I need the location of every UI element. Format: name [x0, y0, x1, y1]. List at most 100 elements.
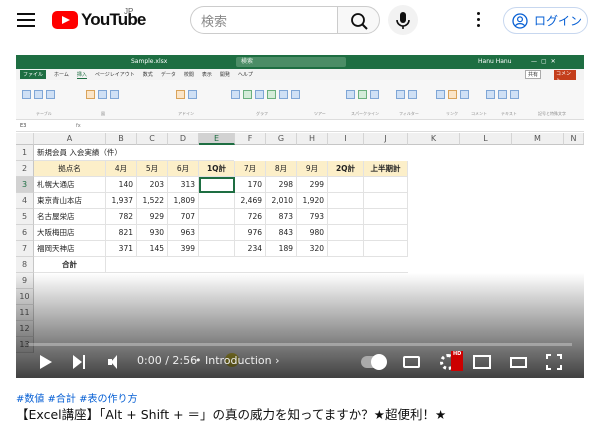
- empty-cell: [364, 177, 408, 193]
- ribbon-group-tables: [22, 84, 58, 106]
- value-cell: 980: [297, 225, 328, 241]
- youtube-logo[interactable]: YouTube JP: [52, 7, 146, 30]
- current-time: 0:00: [137, 354, 162, 367]
- value-cell: 1,920: [297, 193, 328, 209]
- value-cell: 843: [266, 225, 297, 241]
- excel-search: 検索: [236, 57, 346, 67]
- tab-help: ヘルプ: [237, 72, 253, 78]
- chapter-title: • Introduction: [195, 354, 272, 367]
- value-cell: 782: [106, 209, 137, 225]
- name-box: E3: [20, 123, 27, 129]
- more-icon[interactable]: [477, 12, 481, 28]
- header-cell: 6月: [168, 161, 199, 177]
- value-cell: 399: [168, 241, 199, 257]
- video-player[interactable]: Sample.xlsx 検索 Hanu Hanu —▢✕ ファイル ホーム 挿入…: [16, 55, 584, 378]
- progress-bar[interactable]: [28, 343, 572, 346]
- voice-search-button[interactable]: [388, 5, 418, 35]
- fx-label: fx: [76, 123, 81, 129]
- value-cell: 2,010: [266, 193, 297, 209]
- empty-cell: [328, 193, 364, 209]
- column-header: A: [34, 133, 106, 145]
- fullscreen-icon[interactable]: [546, 354, 562, 370]
- value-cell: 963: [168, 225, 199, 241]
- tab-developer: 開発: [219, 72, 230, 78]
- value-cell: 1,809: [168, 193, 199, 209]
- empty-cell: [328, 241, 364, 257]
- video-title: 【Excel講座】「Alt + Shift + ＝」の真の威力を知ってますか？★…: [16, 407, 447, 422]
- tab-file: ファイル: [20, 70, 47, 79]
- subtitles-icon[interactable]: [403, 356, 420, 368]
- logo-region: JP: [124, 7, 134, 16]
- duration: 2:56: [172, 354, 198, 367]
- store-name-cell: 名古屋栄店: [34, 209, 106, 225]
- value-cell: 821: [106, 225, 137, 241]
- value-cell: 371: [106, 241, 137, 257]
- ribbon-label-text: テキスト: [501, 111, 517, 116]
- ribbon-group-charts: [231, 84, 303, 106]
- youtube-play-icon: [52, 11, 78, 29]
- ribbon-label-comments: コメント: [471, 111, 487, 116]
- volume-icon[interactable]: [108, 355, 124, 369]
- column-header: L: [460, 133, 512, 145]
- search-icon: [351, 13, 368, 30]
- player-controls: 0:00 / 2:56 • Introduction › HD: [16, 348, 584, 376]
- value-cell: 234: [235, 241, 266, 257]
- header-cell: 上半期計: [364, 161, 408, 177]
- ribbon-group-illustrations: [86, 84, 122, 106]
- value-cell: 793: [297, 209, 328, 225]
- value-cell: 299: [297, 177, 328, 193]
- autoplay-toggle[interactable]: [361, 354, 387, 370]
- value-cell: 189: [266, 241, 297, 257]
- value-cell: 976: [235, 225, 266, 241]
- ribbon-label-sparklines: スパークライン: [351, 111, 379, 116]
- active-cell: [199, 177, 235, 193]
- row-header: 8: [16, 257, 34, 273]
- empty-cell: [364, 209, 408, 225]
- header-cell: 8月: [266, 161, 297, 177]
- column-header: J: [364, 133, 408, 145]
- value-cell: 873: [266, 209, 297, 225]
- empty-cell: [364, 193, 408, 209]
- column-header: F: [235, 133, 266, 145]
- column-header: G: [266, 133, 297, 145]
- sheet-title-cell: 新規会員 入会実績（件）: [34, 145, 234, 161]
- ribbon-label-illustrations: 図: [101, 111, 105, 116]
- tab-view: 表示: [201, 72, 212, 78]
- empty-cell: [199, 225, 235, 241]
- header-cell: 1Q計: [199, 161, 235, 177]
- chapter-button[interactable]: • Introduction ›: [195, 354, 280, 374]
- value-cell: 170: [235, 177, 266, 193]
- column-header: M: [512, 133, 564, 145]
- search-button[interactable]: [337, 6, 380, 34]
- header-cell: 7月: [235, 161, 266, 177]
- theater-mode-icon[interactable]: [510, 357, 527, 368]
- header-cell: 拠点名: [34, 161, 106, 177]
- column-header: H: [297, 133, 328, 145]
- play-icon[interactable]: [40, 355, 52, 369]
- value-cell: 2,469: [235, 193, 266, 209]
- store-name-cell: 東京青山本店: [34, 193, 106, 209]
- empty-cell: [328, 225, 364, 241]
- value-cell: 203: [137, 177, 168, 193]
- tab-page-layout: ページレイアウト: [94, 72, 135, 78]
- miniplayer-icon[interactable]: [473, 355, 491, 369]
- row-header: 5: [16, 209, 34, 225]
- next-icon[interactable]: [73, 355, 87, 369]
- login-button[interactable]: ログイン: [503, 7, 588, 34]
- search-input[interactable]: 検索: [190, 6, 337, 34]
- header-cell: 5月: [137, 161, 168, 177]
- ribbon-group-links: [436, 84, 472, 106]
- row-header: 3: [16, 177, 34, 193]
- ribbon-group-addins: [176, 84, 200, 106]
- hashtag-links[interactable]: #数値 #合計 #表の作り方: [16, 390, 138, 405]
- time-display: 0:00 / 2:56: [137, 354, 197, 374]
- row-header: 4: [16, 193, 34, 209]
- value-cell: 1,522: [137, 193, 168, 209]
- column-header: C: [137, 133, 168, 145]
- menu-icon[interactable]: [17, 13, 35, 27]
- ribbon-label-addins: アドイン: [178, 111, 194, 116]
- column-header: K: [408, 133, 460, 145]
- logo-text: YouTube: [81, 10, 146, 29]
- excel-ribbon-tabs: ファイル ホーム 挿入 ページレイアウト 数式 データ 校閲 表示 開発 ヘルプ…: [16, 69, 584, 84]
- time-separator: /: [165, 354, 169, 367]
